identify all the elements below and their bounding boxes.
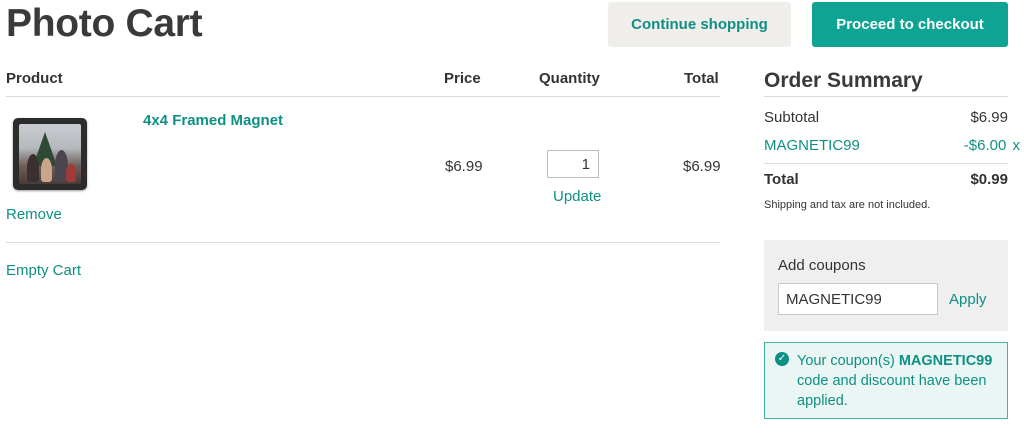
proceed-to-checkout-button[interactable]: Proceed to checkout	[812, 2, 1008, 47]
total-value: $0.99	[970, 171, 1008, 188]
notice-coupon-code: MAGNETIC99	[898, 353, 993, 369]
summary-divider	[764, 96, 1008, 97]
quantity-input[interactable]	[547, 150, 599, 178]
update-link[interactable]: Update	[553, 188, 601, 205]
photo-thumbnail-icon[interactable]	[13, 118, 87, 190]
coupon-discount-row: MAGNETIC99 -$6.00 x	[764, 137, 1020, 154]
total-label: Total	[764, 171, 799, 188]
coupon-notice-text: Your coupon(s) MAGNETIC99 code and disco…	[797, 353, 993, 409]
column-header-quantity: Quantity	[539, 70, 600, 87]
subtotal-row: Subtotal $6.99	[764, 109, 1008, 126]
continue-shopping-button[interactable]: Continue shopping	[608, 2, 791, 47]
column-header-price: Price	[444, 70, 481, 87]
total-row: Total $0.99	[764, 171, 1008, 188]
column-header-total: Total	[684, 70, 719, 87]
table-row	[0, 96, 720, 242]
remove-link[interactable]: Remove	[6, 206, 62, 223]
table-row-divider	[6, 242, 720, 243]
subtotal-value: $6.99	[970, 109, 1008, 126]
add-coupons-heading: Add coupons	[778, 257, 866, 274]
summary-total-divider	[764, 163, 1008, 164]
subtotal-label: Subtotal	[764, 109, 820, 126]
shipping-note: Shipping and tax are not included.	[764, 199, 931, 211]
empty-cart-link[interactable]: Empty Cart	[6, 262, 81, 279]
remove-coupon-icon[interactable]: x	[1013, 137, 1021, 154]
coupon-input[interactable]	[778, 283, 938, 315]
page-title: Photo Cart	[6, 2, 203, 45]
check-circle-icon: ✓	[775, 352, 789, 366]
applied-coupon-code: MAGNETIC99	[764, 137, 860, 154]
item-total: $6.99	[683, 158, 721, 175]
order-summary-title: Order Summary	[764, 69, 923, 92]
coupon-discount-value: -$6.00	[963, 137, 1007, 154]
apply-coupon-button[interactable]: Apply	[949, 291, 987, 308]
product-name-link[interactable]: 4x4 Framed Magnet	[143, 112, 283, 129]
item-price: $6.99	[445, 158, 483, 175]
coupon-success-notice: ✓ Your coupon(s) MAGNETIC99 code and dis…	[764, 342, 1008, 419]
column-header-product: Product	[6, 70, 63, 87]
